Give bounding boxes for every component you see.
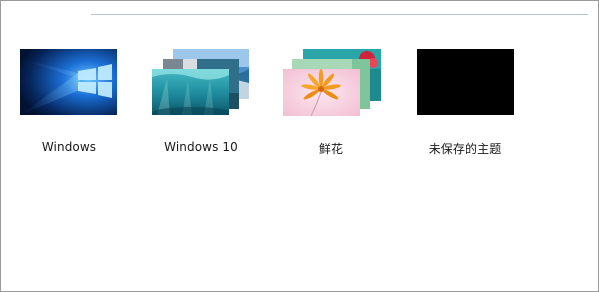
wallpaper-front-image xyxy=(283,69,360,116)
theme-thumbnail-windows xyxy=(9,41,129,121)
theme-unsaved[interactable]: 未保存的主题 xyxy=(405,41,525,166)
header-divider xyxy=(91,14,588,15)
theme-thumbnail-unsaved xyxy=(405,41,525,121)
windows-wallpaper-image xyxy=(20,49,117,115)
theme-windows[interactable]: Windows xyxy=(9,41,129,166)
theme-flowers[interactable]: 鲜花 xyxy=(271,41,391,166)
wallpaper-front-image xyxy=(152,69,229,115)
themes-panel: Windows Windows 10 鲜花 未保存的主题 xyxy=(0,0,599,292)
theme-windows-10[interactable]: Windows 10 xyxy=(141,41,261,166)
theme-label: 鲜花 xyxy=(318,142,344,156)
black-wallpaper-image xyxy=(417,49,514,115)
theme-label: Windows xyxy=(41,140,97,154)
theme-thumbnail-flowers xyxy=(271,41,391,121)
theme-thumbnail-windows-10 xyxy=(141,41,261,121)
theme-label: 未保存的主题 xyxy=(428,142,502,156)
theme-label: Windows 10 xyxy=(164,140,238,154)
